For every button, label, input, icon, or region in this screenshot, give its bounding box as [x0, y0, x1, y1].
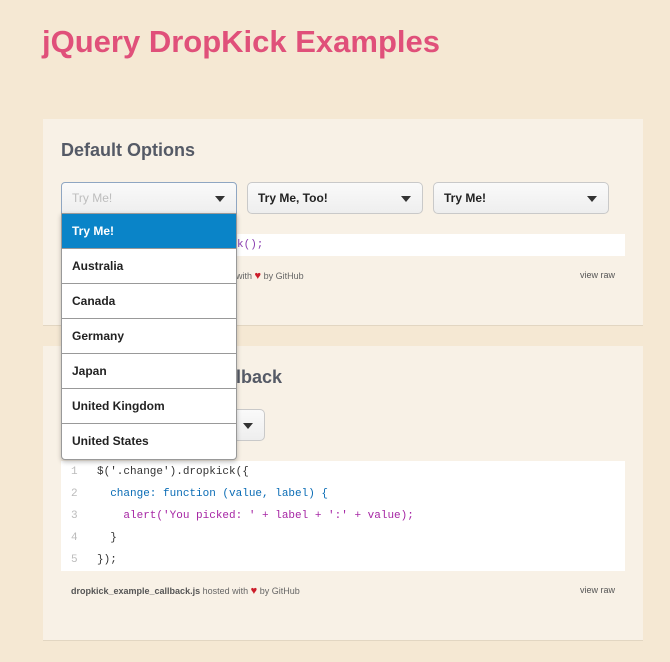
dropdown-menu: Try Me! Australia Canada Germany Japan U…	[61, 213, 237, 460]
heart-icon: ♥	[250, 585, 258, 597]
line-number: 5	[71, 554, 78, 566]
section-heading: lback	[236, 367, 283, 387]
chevron-down-icon	[215, 196, 225, 202]
code-text: }	[97, 532, 117, 544]
code-line: 1 $('.change').dropkick({	[61, 461, 249, 483]
code-line: k();	[237, 234, 263, 256]
dropdown-option[interactable]: United States	[62, 424, 236, 459]
dropdown-option[interactable]: Canada	[62, 284, 236, 319]
select-value: Try Me, Too!	[258, 191, 328, 205]
chevron-down-icon	[587, 196, 597, 202]
gist-file-link[interactable]: dropkick_example_callback.js	[71, 586, 200, 596]
line-number: 2	[71, 488, 78, 500]
code-text: k();	[237, 239, 264, 251]
chevron-down-icon	[243, 423, 253, 429]
gist-meta: dropkick_example_callback.js hosted with…	[61, 577, 625, 603]
dropdown-option[interactable]: Japan	[62, 354, 236, 389]
line-number: 4	[71, 532, 78, 544]
code-text: });	[97, 554, 117, 566]
dropdown-select-2[interactable]: Try Me, Too!	[247, 182, 423, 214]
code-line: 3 alert('You picked: ' + label + ':' + v…	[61, 505, 414, 527]
code-snippet: 1 $('.change').dropkick({ 2 change: funct…	[61, 461, 625, 571]
dropdown-option[interactable]: Australia	[62, 249, 236, 284]
line-number: 1	[71, 466, 78, 478]
code-line: 2 change: function (value, label) {	[61, 483, 328, 505]
hosted-with-text: with	[236, 271, 253, 281]
code-text: change: function (value, label) {	[97, 488, 329, 500]
hosted-with-text: hosted with	[202, 586, 249, 596]
page-title: jQuery DropKick Examples	[42, 24, 440, 59]
dropdown-select-1[interactable]: Try Me!	[61, 182, 237, 214]
select-value: Try Me!	[444, 191, 487, 205]
line-number: 3	[71, 510, 78, 522]
select-value: Try Me!	[72, 191, 113, 205]
view-raw-link[interactable]: view raw	[580, 585, 615, 595]
code-text: $('.change').dropkick({	[97, 466, 249, 478]
code-line: 5});	[61, 549, 117, 571]
by-github-link[interactable]: by GitHub	[260, 586, 300, 596]
section-heading: Default Options	[61, 140, 195, 160]
dropdown-option[interactable]: Try Me!	[62, 214, 236, 249]
view-raw-link[interactable]: view raw	[580, 270, 615, 280]
chevron-down-icon	[401, 196, 411, 202]
dropdown-option[interactable]: United Kingdom	[62, 389, 236, 424]
gist-meta-left: with ♥ by GitHub	[236, 270, 304, 282]
dropdown-select-3[interactable]: Try Me!	[433, 182, 609, 214]
heart-icon: ♥	[254, 270, 262, 282]
by-github-link[interactable]: by GitHub	[264, 271, 304, 281]
dropdown-option[interactable]: Germany	[62, 319, 236, 354]
gist-meta-left: dropkick_example_callback.js hosted with…	[71, 585, 300, 597]
code-line: 4 }	[61, 527, 117, 549]
code-text: alert('You picked: ' + label + ':' + val…	[97, 510, 414, 522]
